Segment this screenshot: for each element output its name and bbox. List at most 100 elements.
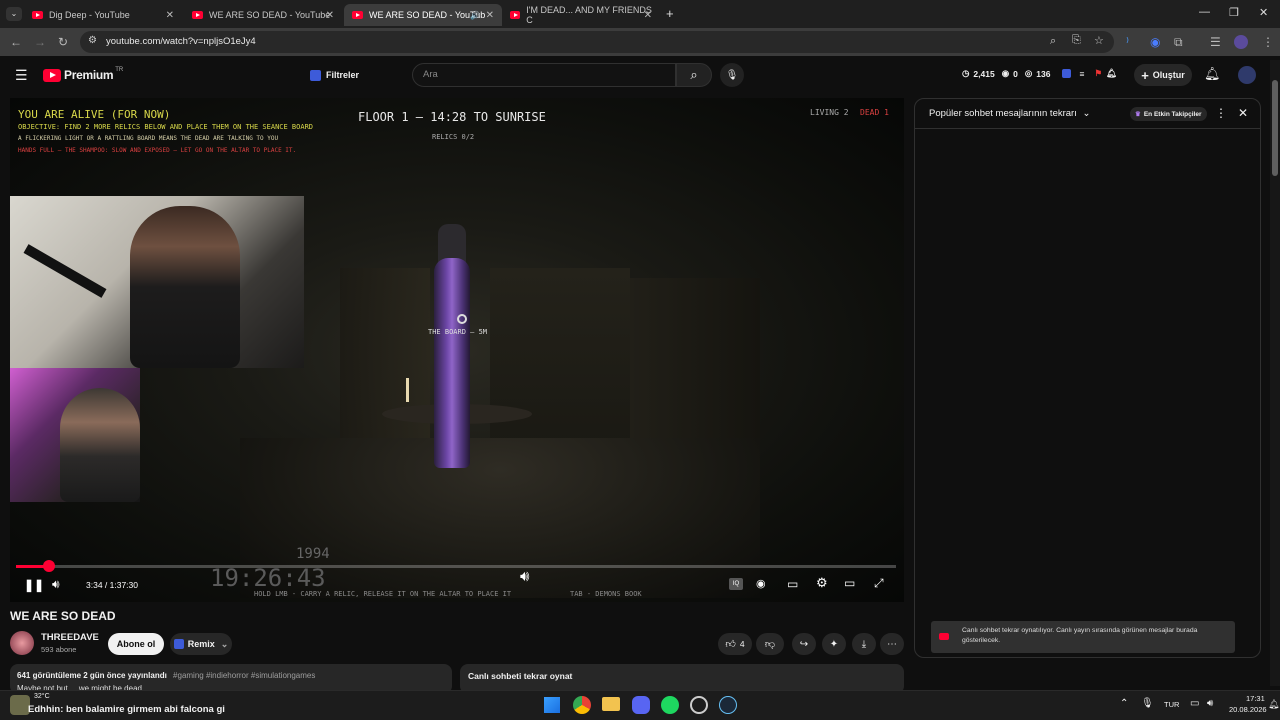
new-tab-button[interactable]: +	[666, 6, 674, 21]
bookmark-star-icon[interactable]: ☆	[1094, 34, 1104, 47]
search-input[interactable]: Ara	[423, 69, 438, 80]
language-indicator[interactable]: TUR	[1164, 700, 1179, 709]
audio-playing-icon[interactable]: 🔊	[470, 11, 480, 20]
voice-search-button[interactable]: 🎙	[720, 63, 744, 87]
page-scrollbar-thumb[interactable]	[1272, 80, 1278, 176]
browser-tab[interactable]: Dig Deep - YouTube ✕	[24, 4, 182, 26]
extension-stats[interactable]: ◷ 2,415 ◉ 0 ◎ 136 ≡ ⚑ 🔔︎	[962, 68, 1117, 79]
hud-hint-2: HANDS FULL — THE SHAMPOO: SLOW AND EXPOS…	[18, 147, 297, 154]
steam-icon[interactable]	[719, 696, 737, 714]
close-tab-icon[interactable]: ✕	[326, 10, 334, 21]
app-icon[interactable]	[690, 696, 708, 714]
browser-tab-strip: ⌄ Dig Deep - YouTube ✕ WE ARE SO DEAD - …	[0, 0, 1280, 28]
channel-name[interactable]: THREEDAVE	[41, 632, 99, 643]
reload-icon[interactable]: ↻	[58, 35, 68, 49]
clock-date[interactable]: 20.08.2026	[1229, 705, 1267, 714]
site-info-icon[interactable]: ⚙	[88, 35, 97, 46]
region-code: TR	[115, 67, 124, 73]
chat-replay-label: Canlı sohbeti tekrar oynat	[468, 671, 573, 681]
file-explorer-icon[interactable]	[602, 697, 620, 711]
extension-icon[interactable]: ⁾	[1126, 35, 1129, 49]
theater-mode-button[interactable]: ▭	[844, 576, 855, 590]
display-tray-icon[interactable]: ▭	[1190, 698, 1199, 709]
alert-icon: ⚑	[1094, 68, 1103, 78]
volume-button[interactable]: 🔊︎	[52, 577, 60, 592]
facecam-streamer-2	[10, 368, 140, 502]
hashtags[interactable]: #gaming #indiehorror #simulationgames	[173, 671, 315, 680]
spotify-icon[interactable]	[661, 696, 679, 714]
tab-list-chevron-icon[interactable]: ⌄	[6, 7, 22, 21]
volume-tray-icon[interactable]: 🔊︎	[1207, 698, 1213, 709]
dislike-button[interactable]: 👎︎	[756, 633, 784, 655]
fullscreen-button[interactable]: ⤢	[874, 576, 884, 591]
pause-toggle-icon[interactable]: ◉	[756, 577, 766, 590]
notifications-bell-icon[interactable]: 🔔︎	[1204, 66, 1221, 82]
youtube-notice-icon	[939, 633, 949, 640]
settings-gear-icon[interactable]: ⚙	[816, 575, 828, 591]
pause-button[interactable]: ❚❚	[24, 578, 44, 592]
chat-scrollbar[interactable]	[1252, 131, 1260, 655]
more-actions-button[interactable]: ⋯	[880, 633, 904, 655]
close-tab-icon[interactable]: ✕	[166, 10, 174, 21]
youtube-favicon-icon	[192, 11, 203, 19]
extensions-puzzle-icon[interactable]: ⧉	[1174, 35, 1183, 50]
chat-more-icon[interactable]: ⋮	[1215, 106, 1227, 120]
notification-center-icon[interactable]: 🔔︎	[1268, 699, 1279, 710]
video-player[interactable]: YOU ARE ALIVE (FOR NOW) OBJECTIVE: FIND …	[10, 98, 904, 602]
channel-avatar[interactable]	[10, 631, 34, 655]
url-text[interactable]: youtube.com/watch?v=npljsO1eJy4	[106, 36, 256, 47]
close-tab-icon[interactable]: ✕	[644, 10, 652, 21]
forward-icon[interactable]: →	[34, 35, 46, 49]
close-tab-icon[interactable]: ✕	[486, 10, 494, 21]
iq-extension-button[interactable]: IQ	[729, 578, 743, 590]
close-chat-icon[interactable]: ✕	[1238, 106, 1248, 120]
thumbs-down-icon: 👎︎	[764, 639, 776, 650]
volume-overlay-icon: 🔊︎	[520, 568, 530, 585]
like-button[interactable]: 👍︎ 4	[718, 633, 752, 655]
create-button[interactable]: + Oluştur	[1134, 64, 1192, 86]
hamburger-menu-icon[interactable]: ☰	[15, 67, 28, 84]
browser-tab[interactable]: WE ARE SO DEAD - YouTube ✕	[184, 4, 342, 26]
install-app-icon[interactable]: ⎘	[1072, 34, 1081, 47]
download-icon: ⤓	[861, 638, 867, 650]
browser-tab-active[interactable]: WE ARE SO DEAD - YouTub 🔊 ✕	[344, 4, 502, 26]
youtube-logo[interactable]: Premium TR	[43, 67, 124, 82]
premium-label: Premium	[64, 68, 114, 82]
search-box[interactable]: Ara	[412, 63, 676, 87]
filters-button[interactable]: Filtreler	[310, 66, 359, 84]
close-window-icon[interactable]: ✕	[1259, 6, 1268, 19]
zoom-icon[interactable]: ⌕	[1050, 35, 1056, 48]
top-fans-badge[interactable]: ♛ En Etkin Takipçiler	[1130, 107, 1207, 121]
minimize-window-icon[interactable]: —	[1199, 6, 1210, 18]
chrome-icon[interactable]	[573, 696, 591, 714]
reading-list-icon[interactable]: ☰	[1210, 35, 1221, 49]
address-bar[interactable]: ⚙ youtube.com/watch?v=npljsO1eJy4 ⌕ ⎘ ☆	[80, 31, 1114, 53]
account-avatar[interactable]	[1238, 66, 1256, 84]
subtitles-button[interactable]: ▭	[787, 577, 798, 591]
tray-chevron-icon[interactable]: ⌃	[1120, 698, 1128, 709]
progress-bar[interactable]	[16, 560, 896, 572]
eye-icon: ◉	[1001, 68, 1010, 78]
extension-iq-icon[interactable]: ◉	[1150, 35, 1160, 49]
windows-start-icon[interactable]	[544, 697, 560, 713]
restore-window-icon[interactable]: ❐	[1229, 6, 1239, 19]
chat-mode-dropdown[interactable]: Popüler sohbet mesajlarının tekrarı ⌄	[929, 108, 1090, 119]
browser-menu-icon[interactable]: ⋮	[1262, 35, 1274, 49]
remix-button[interactable]: Remix ⌄	[170, 633, 232, 655]
ask-ai-button[interactable]: ✦	[822, 633, 846, 655]
weather-icon[interactable]	[10, 695, 30, 715]
room-wall-right	[630, 278, 760, 438]
clock-time[interactable]: 17:31	[1246, 694, 1265, 703]
hud-objective: OBJECTIVE: FIND 2 MORE RELICS BELOW AND …	[18, 123, 314, 131]
tab-title: I'M DEAD... AND MY FRIENDS C	[526, 5, 652, 25]
subscribe-button[interactable]: Abone ol	[108, 633, 164, 655]
profile-avatar[interactable]	[1234, 35, 1248, 49]
discord-icon[interactable]	[632, 696, 650, 714]
microphone-tray-icon[interactable]: 🎙	[1141, 698, 1154, 709]
browser-tab[interactable]: I'M DEAD... AND MY FRIENDS C ✕	[502, 4, 660, 26]
share-button[interactable]: ↪	[792, 633, 816, 655]
search-button[interactable]: ⌕	[676, 63, 712, 87]
download-button[interactable]: ⤓	[852, 633, 876, 655]
room-wall-center	[490, 268, 630, 448]
back-icon[interactable]: ←	[10, 35, 22, 49]
